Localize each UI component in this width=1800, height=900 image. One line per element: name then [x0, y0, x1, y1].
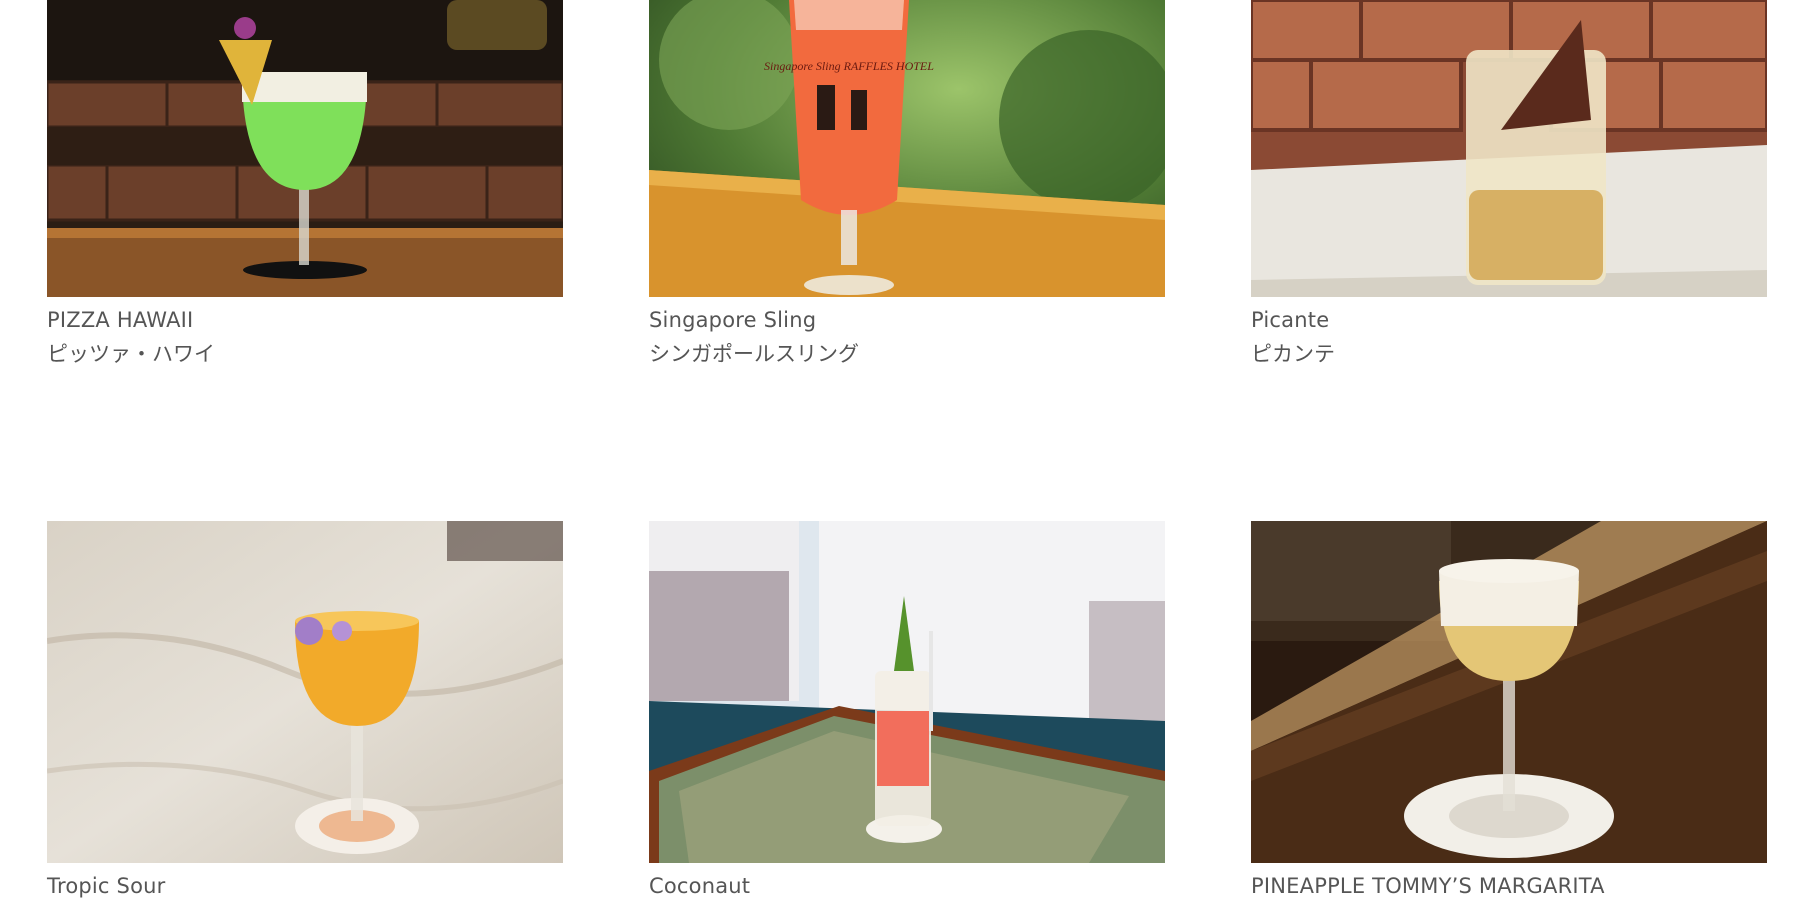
cocktail-name-ja: ピカンテ: [1251, 342, 1335, 366]
cocktail-card[interactable]: PINEAPPLE TOMMY’S MARGARITA: [1251, 521, 1767, 899]
cocktail-card[interactable]: Coconaut: [649, 521, 1165, 899]
cocktail-photo-singapore-sling[interactable]: Singapore Sling RAFFLES HOTEL: [649, 0, 1165, 297]
cocktail-name-en: Picante: [1251, 308, 1330, 332]
cocktail-name-en: Tropic Sour: [47, 874, 166, 898]
glass-print-text: Singapore Sling RAFFLES HOTEL: [764, 59, 934, 73]
cocktail-card[interactable]: Picante ピカンテ: [1251, 0, 1767, 367]
cocktail-card[interactable]: Tropic Sour: [47, 521, 563, 899]
cocktail-name-ja: ピッツァ・ハワイ: [47, 342, 215, 366]
margarita-photo: [1251, 521, 1767, 863]
highball-photo: [1251, 0, 1767, 297]
cocktail-name-en: Singapore Sling: [649, 308, 817, 332]
cocktail-photo-picante[interactable]: [1251, 0, 1767, 297]
cocktail-photo-coconaut[interactable]: [649, 521, 1165, 863]
cocktail-photo-tropic-sour[interactable]: [47, 521, 563, 863]
coupe-cocktail-photo: [47, 521, 563, 863]
cocktail-grid: PIZZA HAWAII ピッツァ・ハワイ Singapore Sling RA…: [0, 0, 1800, 900]
green-cocktail-photo: [47, 0, 563, 297]
cocktail-name-en: Coconaut: [649, 874, 751, 898]
cocktail-card[interactable]: PIZZA HAWAII ピッツァ・ハワイ: [47, 0, 563, 367]
cocktail-name-ja: シンガポールスリング: [649, 342, 859, 366]
cocktail-photo-pineapple-tommys-margarita[interactable]: [1251, 521, 1767, 863]
cocktail-name-en: PIZZA HAWAII: [47, 308, 194, 332]
singapore-sling-photo: Singapore Sling RAFFLES HOTEL: [649, 0, 1165, 297]
pink-tall-cocktail-photo: [649, 521, 1165, 863]
cocktail-card[interactable]: Singapore Sling RAFFLES HOTEL Singapore …: [649, 0, 1165, 367]
cocktail-photo-pizza-hawaii[interactable]: [47, 0, 563, 297]
cocktail-name-en: PINEAPPLE TOMMY’S MARGARITA: [1251, 874, 1605, 898]
